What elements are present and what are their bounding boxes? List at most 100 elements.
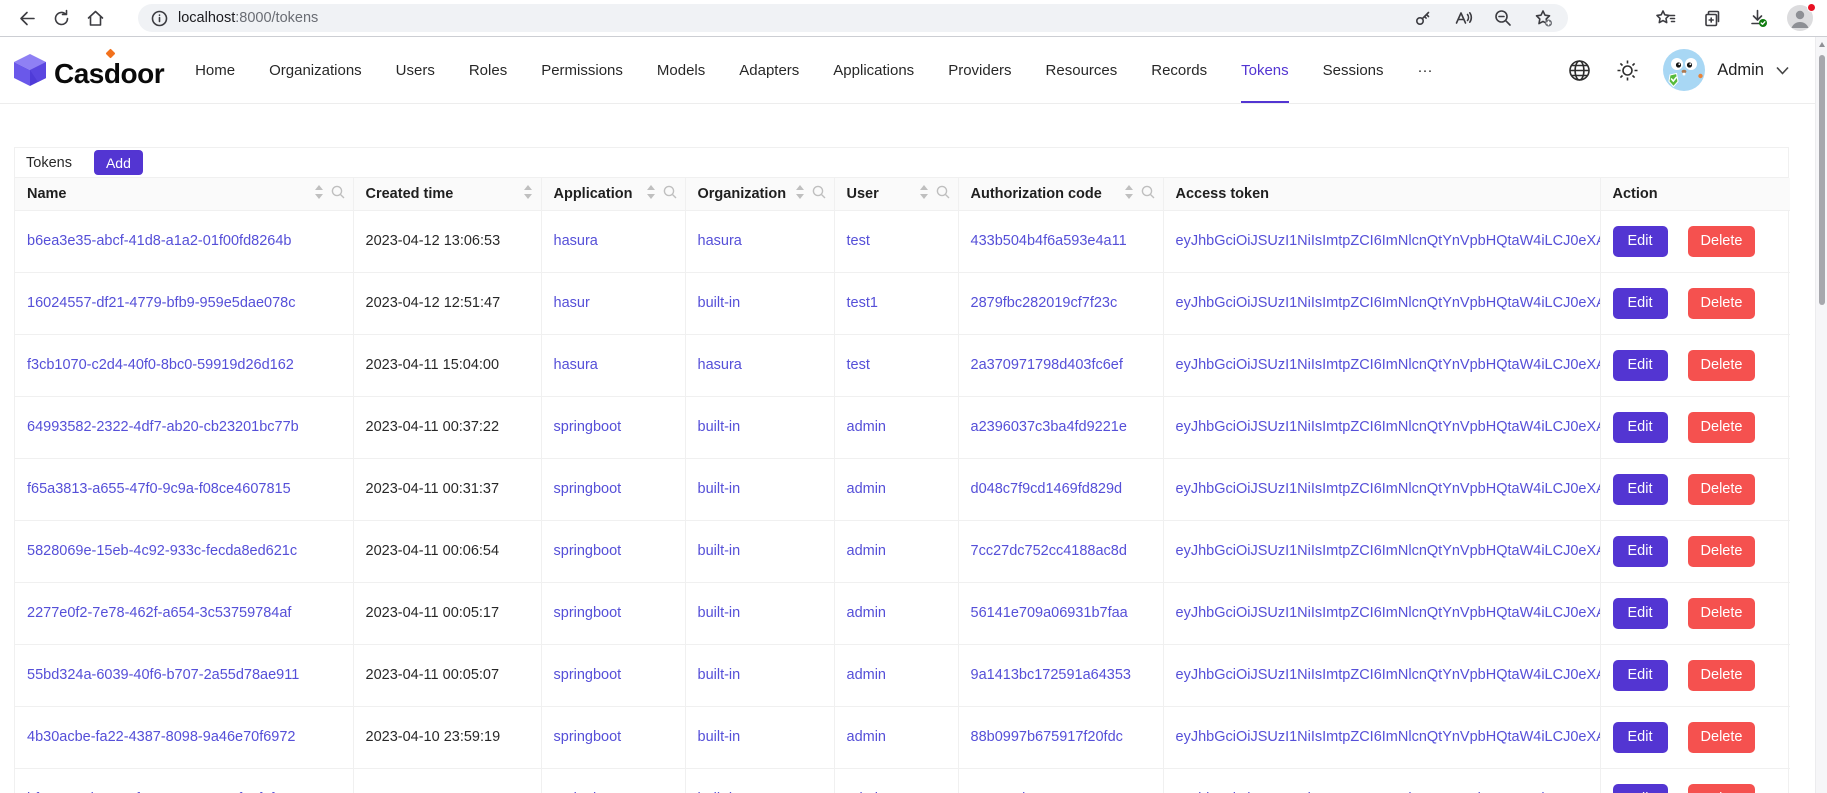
authorization-code-link[interactable]: 88b0997b675917f20fdc — [971, 729, 1123, 745]
token-name-link[interactable]: 2277e0f2-7e78-462f-a654-3c53759784af — [27, 605, 291, 621]
authorization-code-link[interactable]: d048c7f9cd1469fd829d — [971, 481, 1123, 497]
organization-link[interactable]: built-in — [698, 667, 741, 683]
address-bar[interactable]: localhost:8000/tokens — [138, 4, 1568, 32]
page-scrollbar[interactable] — [1815, 37, 1827, 793]
favorite-add-icon[interactable] — [1528, 3, 1558, 33]
column-header-created_time[interactable]: Created time — [353, 178, 541, 210]
edit-button[interactable]: Edit — [1613, 412, 1668, 443]
delete-button[interactable]: Delete — [1688, 226, 1756, 257]
authorization-code-link[interactable]: 2a370971798d403fc6ef — [971, 357, 1123, 373]
application-link[interactable]: hasur — [554, 295, 590, 311]
sorter-icon[interactable] — [795, 185, 805, 203]
add-button[interactable]: Add — [94, 150, 143, 175]
download-icon[interactable] — [1741, 3, 1775, 33]
nav-item-models[interactable]: Models — [640, 37, 722, 103]
user-menu[interactable]: Admin — [1663, 49, 1789, 91]
access-token-link[interactable]: eyJhbGciOiJSUzI1NiIsImtpZCI6ImNlcnQtYnVp… — [1176, 729, 1601, 745]
user-link[interactable]: admin — [847, 543, 887, 559]
nav-item-roles[interactable]: Roles — [452, 37, 524, 103]
authorization-code-link[interactable]: 433b504b4f6a593e4a11 — [971, 233, 1127, 249]
nav-item-adapters[interactable]: Adapters — [722, 37, 816, 103]
edit-button[interactable]: Edit — [1613, 536, 1668, 567]
authorization-code-link[interactable]: a2396037c3ba4fd9221e — [971, 419, 1127, 435]
nav-item-resources[interactable]: Resources — [1029, 37, 1135, 103]
nav-item-tokens[interactable]: Tokens — [1224, 37, 1306, 103]
access-token-link[interactable]: eyJhbGciOiJSUzI1NiIsImtpZCI6ImNlcnQtYnVp… — [1176, 295, 1601, 311]
authorization-code-link[interactable]: 2879fbc282019cf7f23c — [971, 295, 1118, 311]
token-name-link[interactable]: 5828069e-15eb-4c92-933c-fecda8ed621c — [27, 543, 297, 559]
search-icon[interactable] — [331, 185, 345, 203]
delete-button[interactable]: Delete — [1688, 412, 1756, 443]
edit-button[interactable]: Edit — [1613, 226, 1668, 257]
sorter-icon[interactable] — [646, 185, 656, 203]
organization-link[interactable]: built-in — [698, 605, 741, 621]
authorization-code-link[interactable]: 56141e709a06931b7faa — [971, 605, 1128, 621]
edit-button[interactable]: Edit — [1613, 350, 1668, 381]
scrollbar-thumb[interactable] — [1819, 55, 1825, 305]
application-link[interactable]: springboot — [554, 605, 622, 621]
access-token-link[interactable]: eyJhbGciOiJSUzI1NiIsImtpZCI6ImNlcnQtYnVp… — [1176, 667, 1601, 683]
access-token-link[interactable]: eyJhbGciOiJSUzI1NiIsImtpZCI6ImNlcnQtYnVp… — [1176, 233, 1601, 249]
nav-item-providers[interactable]: Providers — [931, 37, 1028, 103]
key-icon[interactable] — [1408, 3, 1438, 33]
search-icon[interactable] — [936, 185, 950, 203]
edit-button[interactable]: Edit — [1613, 474, 1668, 505]
authorization-code-link[interactable]: 9a1413bc172591a64353 — [971, 667, 1131, 683]
application-link[interactable]: springboot — [554, 481, 622, 497]
column-header-code[interactable]: Authorization code — [958, 178, 1163, 210]
application-link[interactable]: springboot — [554, 729, 622, 745]
nav-item-sessions[interactable]: Sessions — [1306, 37, 1401, 103]
access-token-link[interactable]: eyJhbGciOiJSUzI1NiIsImtpZCI6ImNlcnQtYnVp… — [1176, 419, 1601, 435]
scrollbar-up-arrow[interactable] — [1819, 42, 1825, 47]
access-token-link[interactable]: eyJhbGciOiJSUzI1NiIsImtpZCI6ImNlcnQtYnVp… — [1176, 605, 1601, 621]
refresh-icon[interactable] — [44, 3, 78, 33]
search-icon[interactable] — [663, 185, 677, 203]
casdoor-logo[interactable]: Casdoor — [12, 52, 164, 88]
organization-link[interactable]: hasura — [698, 357, 742, 373]
read-aloud-icon[interactable] — [1448, 3, 1478, 33]
delete-button[interactable]: Delete — [1688, 598, 1756, 629]
user-link[interactable]: admin — [847, 481, 887, 497]
nav-item-applications[interactable]: Applications — [816, 37, 931, 103]
search-icon[interactable] — [1141, 185, 1155, 203]
search-icon[interactable] — [812, 185, 826, 203]
token-name-link[interactable]: b6ea3e35-abcf-41d8-a1a2-01f00fd8264b — [27, 233, 291, 249]
sorter-icon[interactable] — [523, 185, 533, 203]
column-header-application[interactable]: Application — [541, 178, 685, 210]
user-link[interactable]: admin — [847, 605, 887, 621]
column-header-name[interactable]: Name — [15, 178, 353, 210]
user-link[interactable]: test1 — [847, 295, 878, 311]
token-name-link[interactable]: 55bd324a-6039-40f6-b707-2a55d78ae911 — [27, 667, 299, 683]
edit-button[interactable]: Edit — [1613, 660, 1668, 691]
application-link[interactable]: hasura — [554, 233, 598, 249]
application-link[interactable]: springboot — [554, 419, 622, 435]
delete-button[interactable]: Delete — [1688, 474, 1756, 505]
organization-link[interactable]: built-in — [698, 481, 741, 497]
token-name-link[interactable]: 4b30acbe-fa22-4387-8098-9a46e70f6972 — [27, 729, 295, 745]
zoom-out-icon[interactable] — [1488, 3, 1518, 33]
nav-item-users[interactable]: Users — [379, 37, 452, 103]
authorization-code-link[interactable]: 7cc27dc752cc4188ac8d — [971, 543, 1127, 559]
token-name-link[interactable]: f3cb1070-c2d4-40f0-8bc0-59919d26d162 — [27, 357, 294, 373]
edit-button[interactable]: Edit — [1613, 288, 1668, 319]
column-header-user[interactable]: User — [834, 178, 958, 210]
user-link[interactable]: test — [847, 233, 870, 249]
user-link[interactable]: test — [847, 357, 870, 373]
delete-button[interactable]: Delete — [1688, 288, 1756, 319]
nav-item-permissions[interactable]: Permissions — [524, 37, 640, 103]
delete-button[interactable]: Delete — [1688, 350, 1756, 381]
organization-link[interactable]: built-in — [698, 419, 741, 435]
browser-profile-avatar[interactable] — [1787, 5, 1813, 31]
token-name-link[interactable]: 16024557-df21-4779-bfb9-959e5dae078c — [27, 295, 295, 311]
user-link[interactable]: admin — [847, 419, 887, 435]
user-link[interactable]: admin — [847, 729, 887, 745]
delete-button[interactable]: Delete — [1688, 722, 1756, 753]
home-icon[interactable] — [78, 3, 112, 33]
delete-button[interactable]: Delete — [1688, 536, 1756, 567]
token-name-link[interactable]: 64993582-2322-4df7-ab20-cb23201bc77b — [27, 419, 299, 435]
access-token-link[interactable]: eyJhbGciOiJSUzI1NiIsImtpZCI6ImNlcnQtYnVp… — [1176, 543, 1601, 559]
edit-button[interactable]: Edit — [1613, 784, 1668, 793]
nav-item-home[interactable]: Home — [178, 37, 252, 103]
edit-button[interactable]: Edit — [1613, 598, 1668, 629]
column-header-organization[interactable]: Organization — [685, 178, 834, 210]
